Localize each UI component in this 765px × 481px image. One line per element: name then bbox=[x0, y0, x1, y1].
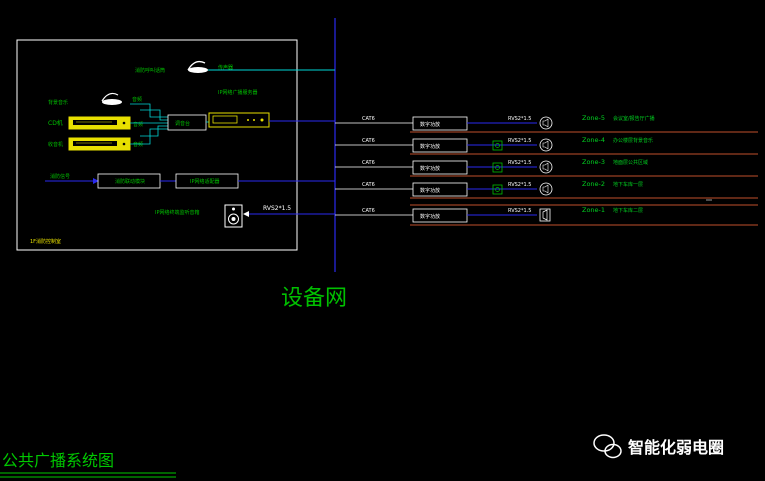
cd-signal-label: 音频 bbox=[133, 121, 143, 128]
branch-cable-label: CAT6 bbox=[362, 138, 375, 144]
monitor-speaker-label: IP网络终端监听音箱 bbox=[155, 209, 200, 216]
volume-control-knob bbox=[495, 187, 500, 192]
volume-control-icon bbox=[492, 162, 503, 173]
terminal-label: 数字功放 bbox=[420, 143, 440, 150]
branch-cable-label: CAT6 bbox=[362, 182, 375, 188]
speaker-cable-label: RVS2*1.5 bbox=[508, 138, 531, 144]
wechat-icon bbox=[593, 434, 622, 459]
zone-label: Zone-1 bbox=[582, 206, 605, 214]
tuner-signal-label: 音频 bbox=[133, 141, 143, 148]
ip-server-device bbox=[208, 112, 270, 128]
bgm-label: 背景音乐 bbox=[48, 99, 68, 106]
cd-label: CD机 bbox=[48, 119, 63, 127]
zone-label: Zone-5 bbox=[582, 114, 605, 122]
zone-branches: CAT6 数字功放 RVS2*1.5 Zone-5 会议室/报告厅广播 CAT6 数字功放 R… bbox=[335, 114, 758, 226]
tuner-device bbox=[68, 137, 131, 151]
zone-label: Zone-4 bbox=[582, 136, 605, 144]
bgm-signal-label: 音频 bbox=[132, 96, 142, 103]
ceiling-speaker-icon bbox=[539, 182, 553, 196]
mixer-label: 调音台 bbox=[175, 120, 190, 127]
zone-description: 地下车库二层 bbox=[613, 207, 643, 214]
ip-server-label: IP网络广播服务器 bbox=[218, 89, 258, 96]
speaker-cable-label: RVS2*1.5 bbox=[508, 160, 531, 166]
ip-adapter-label: IP网络适配器 bbox=[190, 178, 220, 185]
diagram-title: 公共广播系统图 bbox=[2, 451, 114, 470]
broadcast-system-diagram: 1F消防控制室 设备网 消防呼叫话筒 传声器 背景音乐 音频 CD机 音频 收音… bbox=[0, 18, 758, 478]
monitor-cable-label: RVS2*1.5 bbox=[263, 205, 291, 212]
monitor-speaker-icon bbox=[224, 204, 243, 228]
speaker-cable-label: RVS2*1.5 bbox=[508, 208, 531, 214]
volume-control-icon bbox=[492, 140, 503, 151]
zone-description: 会议室/报告厅广播 bbox=[613, 115, 655, 122]
terminal-label: 数字功放 bbox=[420, 121, 440, 128]
terminal-label: 数字功放 bbox=[420, 187, 440, 194]
zone-label: Zone-3 bbox=[582, 158, 605, 166]
ceiling-speaker-icon bbox=[539, 116, 553, 130]
cd-player-device bbox=[68, 116, 131, 130]
branch-cable-label: CAT6 bbox=[362, 116, 375, 122]
bgm-microphone-icon bbox=[101, 92, 122, 105]
terminal-label: 数字功放 bbox=[420, 165, 440, 172]
network-label: 设备网 bbox=[281, 286, 347, 311]
fire-module-label: 消防联动模块 bbox=[115, 178, 145, 185]
speaker-cable-label: RVS2*1.5 bbox=[508, 182, 531, 188]
fire-signal-label: 消防信号 bbox=[50, 173, 70, 180]
ceiling-speaker-icon bbox=[539, 138, 553, 152]
control-room-label: 1F消防控制室 bbox=[30, 238, 61, 245]
zone-description: 办公楼层背景音乐 bbox=[613, 137, 653, 144]
speaker-cone bbox=[542, 140, 549, 150]
branch-cable-label: CAT6 bbox=[362, 160, 375, 166]
horn-speaker-cone bbox=[542, 209, 548, 221]
volume-control-knob bbox=[495, 143, 500, 148]
speaker-cable-label: RVS2*1.5 bbox=[508, 116, 531, 122]
zone-description: 地下车库一层 bbox=[613, 181, 643, 188]
volume-control-knob bbox=[495, 165, 500, 170]
branch-cable-label: CAT6 bbox=[362, 208, 375, 214]
volume-control-icon bbox=[492, 184, 503, 195]
zone-label: Zone-2 bbox=[582, 180, 605, 188]
mic-device-label: 消防呼叫话筒 bbox=[135, 67, 165, 74]
tuner-label: 收音机 bbox=[48, 141, 63, 148]
microphone-icon bbox=[187, 60, 208, 73]
terminal-label: 数字功放 bbox=[420, 213, 440, 220]
zone-description: 地面层公共区域 bbox=[613, 159, 648, 166]
speaker-cone bbox=[542, 184, 549, 194]
ceiling-speaker-icon bbox=[539, 160, 553, 174]
speaker-cone bbox=[542, 118, 549, 128]
speaker-cone bbox=[542, 162, 549, 172]
watermark-text: 智能化弱电圈 bbox=[628, 438, 724, 457]
